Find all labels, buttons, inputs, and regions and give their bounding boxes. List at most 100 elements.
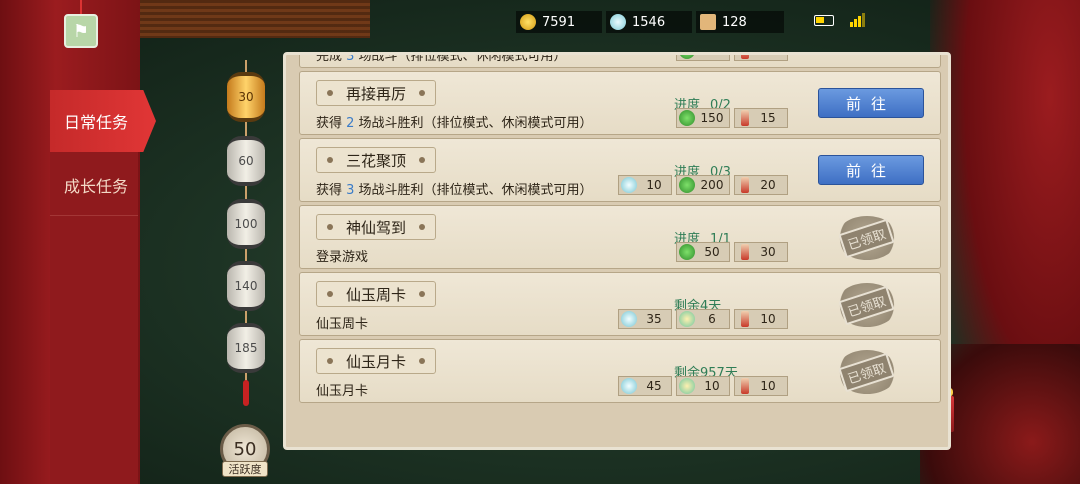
- task-desc-text: 获得: [316, 116, 347, 131]
- task-description: 仙玉周卡: [316, 313, 368, 332]
- reward-amount: 15: [753, 55, 787, 58]
- reward-item[interactable]: 10: [734, 376, 788, 396]
- task-desc-text: 获得: [316, 183, 347, 198]
- jar-icon: [679, 311, 695, 327]
- reward-amount: 10: [704, 379, 720, 393]
- task-card: 三花聚顶 获得 3 场战斗胜利（排位模式、休闲模式可用） 进度 0/3 10 200 20 前…: [299, 138, 941, 202]
- activity-lantern-60[interactable]: 60: [227, 136, 265, 186]
- task-rewards: 35 6 10: [618, 309, 788, 329]
- claimed-stamp-label: 已领取: [838, 352, 896, 392]
- reward-item[interactable]: 45: [618, 376, 672, 396]
- activity-lantern-100[interactable]: 100: [227, 199, 265, 249]
- activity-lantern-140[interactable]: 140: [227, 261, 265, 311]
- reward-item[interactable]: 20: [734, 175, 788, 195]
- task-desc-text: 完成: [316, 55, 347, 64]
- go-button[interactable]: 前往: [818, 155, 924, 185]
- task-desc-text: 仙玉月卡: [316, 384, 369, 399]
- tab-growth-tasks[interactable]: 成长任务: [50, 154, 138, 216]
- menu-cord: [80, 0, 82, 14]
- task-panel: 有始有终完成 3 场战斗（排位模式、休闲模式可用）进度0/315015前往再接再…: [283, 52, 951, 450]
- task-title: 仙玉周卡: [316, 281, 436, 307]
- task-rewards: 45 10 10: [618, 376, 788, 396]
- reward-amount: 10: [760, 312, 776, 326]
- claimed-stamp-label: 已领取: [838, 218, 896, 258]
- jade-icon: [610, 14, 626, 30]
- menu-flag-icon[interactable]: ⚑: [64, 14, 98, 48]
- task-title: 再接再厉: [316, 80, 436, 106]
- candle-icon: [741, 110, 749, 126]
- task-description: 获得 3 场战斗胜利（排位模式、休闲模式可用）: [316, 179, 593, 198]
- candle-icon: [741, 378, 749, 394]
- reward-amount: 10: [760, 379, 776, 393]
- reward-item[interactable]: 6: [676, 309, 730, 329]
- task-title: 仙玉月卡: [316, 348, 436, 374]
- task-desc-text: 登录游戏: [316, 250, 369, 265]
- task-title: 三花聚顶: [316, 147, 436, 173]
- jade-icon: [621, 177, 637, 193]
- task-description: 登录游戏: [316, 246, 368, 265]
- go-button[interactable]: 前往: [818, 88, 924, 118]
- reward-amount: 20: [760, 178, 776, 192]
- jade-icon: [621, 311, 637, 327]
- task-card: 再接再厉 获得 2 场战斗胜利（排位模式、休闲模式可用） 进度 0/2 150 15 前往: [299, 71, 941, 135]
- reward-item[interactable]: 15: [734, 108, 788, 128]
- reward-amount: 50: [704, 245, 720, 259]
- reward-amount: 150: [699, 55, 729, 58]
- exp-icon: [679, 177, 695, 193]
- task-card: 仙玉周卡 仙玉周卡 剩余4天 35 6 10 已领取: [299, 272, 941, 336]
- reward-amount: 6: [708, 312, 716, 326]
- jade-icon: [621, 378, 637, 394]
- exp-icon: [679, 244, 695, 260]
- ticket-counter: 128: [696, 11, 784, 33]
- battery-icon: [814, 15, 834, 26]
- candle-icon: [741, 311, 749, 327]
- reward-item[interactable]: 30: [734, 242, 788, 262]
- lantern-tassel: [243, 380, 249, 406]
- tab-daily-tasks[interactable]: 日常任务: [50, 90, 156, 152]
- activity-label: 活跃度: [222, 461, 268, 477]
- candle-icon: [741, 244, 749, 260]
- task-rewards: 150 15: [676, 108, 788, 128]
- gold-counter: 7591: [516, 11, 602, 33]
- reward-item[interactable]: 10: [618, 175, 672, 195]
- exp-icon: [679, 55, 695, 59]
- task-card: 仙玉月卡 仙玉月卡 剩余957天 45 10 10 已领取: [299, 339, 941, 403]
- reward-item[interactable]: 200: [676, 175, 730, 195]
- claimed-stamp: 已领取: [836, 350, 898, 394]
- reward-item[interactable]: 10: [676, 376, 730, 396]
- gold-ingot-icon: [520, 14, 536, 30]
- ticket-value: 128: [722, 14, 747, 30]
- reward-item[interactable]: 15: [734, 55, 788, 61]
- claimed-stamp: 已领取: [836, 283, 898, 327]
- reward-amount: 200: [700, 178, 724, 192]
- task-rewards: 50 30: [676, 242, 788, 262]
- task-rewards: 150 15: [676, 55, 788, 61]
- jade-value: 1546: [632, 14, 666, 30]
- reward-item[interactable]: 150: [676, 108, 730, 128]
- reward-amount: 10: [646, 178, 662, 192]
- reward-item[interactable]: 50: [676, 242, 730, 262]
- bamboo-blind-decoration: [140, 0, 370, 38]
- reward-item[interactable]: 150: [676, 55, 730, 61]
- claimed-stamp: 已领取: [836, 216, 898, 260]
- task-scroll-area[interactable]: 有始有终完成 3 场战斗（排位模式、休闲模式可用）进度0/315015前往再接再…: [299, 55, 941, 447]
- activity-lantern-30[interactable]: 30: [227, 72, 265, 122]
- task-desc-text: 场战斗胜利（排位模式、休闲模式可用）: [354, 116, 593, 131]
- reward-amount: 15: [760, 111, 776, 125]
- task-desc-text: 场战斗胜利（排位模式、休闲模式可用）: [354, 183, 593, 198]
- task-card: 有始有终完成 3 场战斗（排位模式、休闲模式可用）进度0/315015前往: [299, 55, 941, 68]
- ticket-icon: [700, 14, 716, 30]
- reward-item[interactable]: 10: [734, 309, 788, 329]
- reward-item[interactable]: 35: [618, 309, 672, 329]
- activity-lantern-185[interactable]: 185: [227, 323, 265, 373]
- exp-icon: [679, 110, 695, 126]
- jar-icon: [679, 378, 695, 394]
- task-desc-text: 仙玉周卡: [316, 317, 369, 332]
- task-description: 完成 3 场战斗（排位模式、休闲模式可用）: [316, 55, 567, 64]
- claimed-stamp-label: 已领取: [838, 285, 896, 325]
- candle-icon: [741, 55, 749, 59]
- jade-counter: 1546: [606, 11, 692, 33]
- task-description: 仙玉月卡: [316, 380, 368, 399]
- gold-value: 7591: [542, 14, 576, 30]
- reward-amount: 30: [760, 245, 776, 259]
